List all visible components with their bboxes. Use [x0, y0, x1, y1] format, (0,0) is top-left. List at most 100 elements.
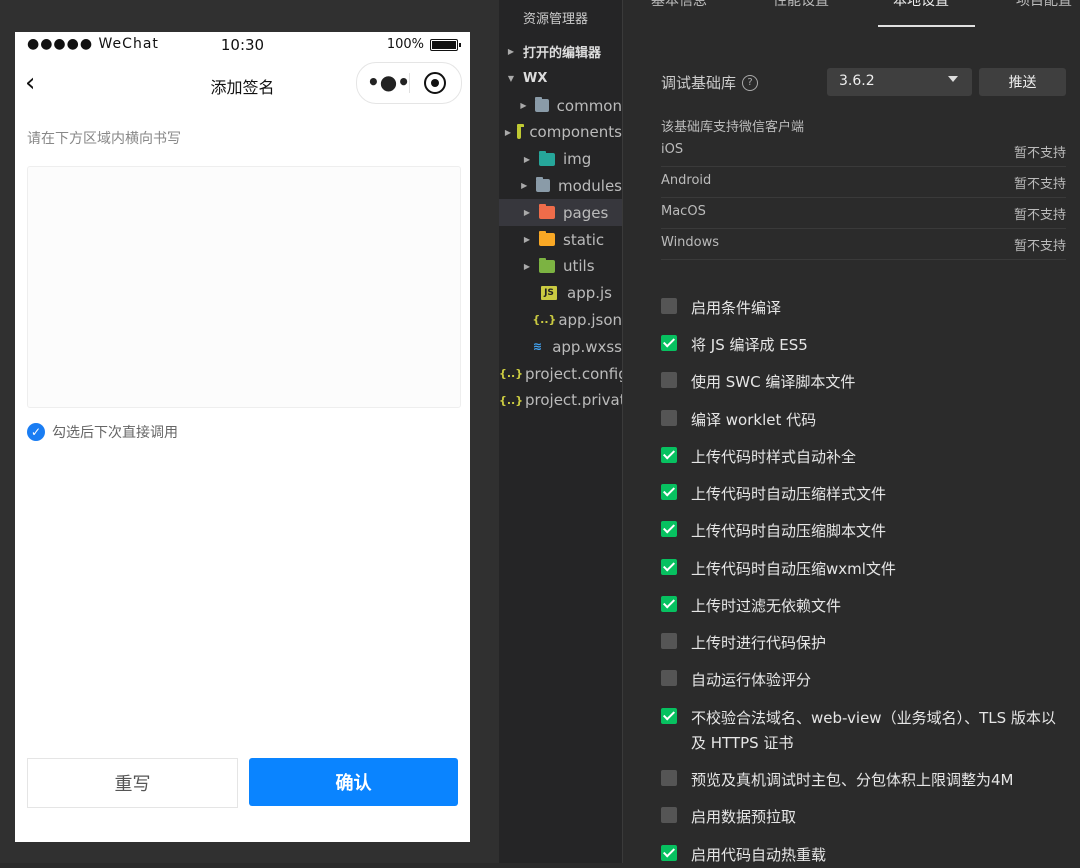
image-folder-icon	[539, 150, 555, 166]
chevron-right-icon: ▶	[523, 208, 531, 218]
base-lib-label: 调试基础库	[661, 74, 737, 92]
json-file-icon: {..}	[532, 313, 557, 327]
check-circle-icon[interactable]: ✓	[27, 423, 45, 441]
option-label: 不校验合法域名、web-view（业务域名）、TLS 版本以及 HTTPS 证书	[691, 709, 1056, 752]
checkbox[interactable]	[661, 335, 677, 351]
more-dots-icon[interactable]: •●•	[367, 71, 410, 95]
option-label: 使用 SWC 编译脚本文件	[691, 373, 856, 391]
checkbox[interactable]	[661, 447, 677, 463]
static-folder-icon	[539, 231, 555, 246]
option-label: 自动运行体验评分	[691, 671, 812, 689]
option-label: 上传时进行代码保护	[691, 634, 827, 652]
status-bar: ●●●●● WeChat 10:30 100%	[15, 32, 470, 58]
base-lib-label-group: 调试基础库 ?	[661, 72, 759, 93]
checkbox[interactable]	[661, 633, 677, 649]
support-row: iOS 暂不支持	[661, 136, 1066, 167]
tree-item[interactable]: ▶ pages	[499, 199, 622, 227]
tree-item[interactable]: ▶ components	[499, 119, 622, 146]
active-tab-indicator	[878, 25, 975, 27]
explorer-panel: 资源管理器 ▶ 打开的编辑器 ▼ WX ▶ common ▶ components ▶ i…	[499, 0, 622, 863]
battery-icon	[430, 38, 461, 51]
tree-item[interactable]: {..} app.json	[499, 306, 622, 333]
explorer-title: 资源管理器	[523, 12, 589, 27]
support-title: 该基础库支持微信客户端	[661, 120, 805, 135]
rewrite-button[interactable]: 重写	[27, 758, 238, 808]
option-label: 编译 worklet 代码	[691, 411, 817, 429]
option-label: 上传时过滤无依赖文件	[691, 597, 842, 615]
push-button[interactable]: 推送	[979, 68, 1066, 96]
remember-option[interactable]: ✓ 勾选后下次直接调用	[27, 422, 178, 442]
checkbox[interactable]	[661, 521, 677, 537]
confirm-button[interactable]: 确认	[249, 758, 458, 806]
os-name: MacOS	[661, 204, 706, 219]
tab-basic-info[interactable]: 基本信息	[651, 0, 707, 10]
tree-item[interactable]: ≋ app.wxss	[499, 333, 622, 360]
folder-icon	[535, 177, 550, 193]
checkbox[interactable]	[661, 559, 677, 575]
signature-hint: 请在下方区域内横向书写	[27, 131, 181, 147]
support-row: Windows 暂不支持	[661, 229, 1066, 260]
checkbox[interactable]	[661, 372, 677, 388]
option-label: 将 JS 编译成 ES5	[691, 336, 808, 354]
section-label: 打开的编辑器	[523, 46, 602, 61]
checkbox[interactable]	[661, 596, 677, 612]
option-label: 上传代码时自动压缩样式文件	[691, 485, 887, 503]
tree-item[interactable]: ▶ static	[499, 226, 622, 253]
css-file-icon: ≋	[532, 340, 543, 354]
tree-item-label: pages	[563, 203, 609, 222]
checkbox[interactable]	[661, 484, 677, 500]
tab-project-config[interactable]: 项目配置	[1016, 0, 1072, 10]
option-label: 启用条件编译	[691, 299, 782, 317]
close-miniprogram-icon[interactable]	[424, 72, 446, 94]
option-label: 启用代码自动热重载	[691, 846, 827, 864]
checkbox[interactable]	[661, 298, 677, 314]
checkbox[interactable]	[661, 845, 677, 861]
settings-panel: 基本信息 性能设置 本地设置 项目配置 调试基础库 ? 3.6.2 推送 该基础…	[623, 0, 1080, 864]
section-open-editors[interactable]: ▶ 打开的编辑器	[499, 38, 622, 65]
signature-pad[interactable]	[27, 166, 461, 408]
chevron-right-icon: ▶	[521, 181, 528, 191]
section-wx[interactable]: ▼ WX	[499, 65, 622, 92]
tree-item[interactable]: {..}project.config.json	[499, 360, 622, 387]
battery-percent: 100%	[386, 37, 424, 52]
menu-capsule: •●•	[356, 62, 462, 104]
tree-item-label: app.js	[567, 284, 612, 303]
checkbox[interactable]	[661, 670, 677, 686]
tree-item[interactable]: {..}project.private.config.json	[499, 387, 622, 414]
tree-item[interactable]: JS app.js	[499, 280, 622, 307]
tree-item-label: components	[529, 123, 622, 142]
checkbox[interactable]	[661, 807, 677, 823]
chevron-right-icon: ▶	[523, 235, 531, 244]
support-status: 暂不支持	[1013, 208, 1066, 223]
support-status: 暂不支持	[1013, 146, 1066, 161]
phone-screen: ●●●●● WeChat 10:30 100% ‹ 添加签名 •●• 请在下方区…	[15, 32, 470, 842]
tree-item[interactable]: ▶ img	[499, 146, 622, 173]
support-row: MacOS 暂不支持	[661, 198, 1066, 229]
tree-item[interactable]: ▶ common	[499, 92, 622, 119]
support-row: Android 暂不支持	[661, 167, 1066, 198]
battery-indicator: 100%	[386, 37, 461, 52]
remember-label: 勾选后下次直接调用	[52, 425, 178, 441]
checkbox[interactable]	[661, 770, 677, 786]
base-lib-select[interactable]: 3.6.2	[827, 68, 972, 96]
tree-item[interactable]: ▶ modules	[499, 172, 622, 199]
checkbox[interactable]	[661, 708, 677, 724]
tree-item-label: static	[563, 230, 605, 249]
help-icon[interactable]: ?	[742, 74, 759, 91]
tree-item[interactable]: ▶ utils	[499, 253, 622, 280]
js-file-icon: JS	[541, 286, 557, 301]
tab-performance[interactable]: 性能设置	[773, 0, 829, 10]
os-name: Android	[661, 173, 712, 188]
tree-item-label: modules	[557, 176, 622, 195]
tree-item-label: project.config.json	[525, 364, 622, 383]
simulator-panel: ●●●●● WeChat 10:30 100% ‹ 添加签名 •●• 请在下方区…	[0, 0, 499, 863]
nav-bar: ‹ 添加签名 •●•	[15, 62, 470, 106]
checkbox[interactable]	[661, 410, 677, 426]
tab-local-settings[interactable]: 本地设置	[893, 0, 949, 10]
option-label: 启用数据预拉取	[691, 808, 797, 826]
section-label: WX	[523, 71, 548, 86]
folder-icon	[534, 97, 549, 112]
capsule-divider	[409, 73, 410, 93]
support-status: 暂不支持	[1013, 239, 1066, 254]
tree-item-label: app.json	[558, 310, 622, 329]
